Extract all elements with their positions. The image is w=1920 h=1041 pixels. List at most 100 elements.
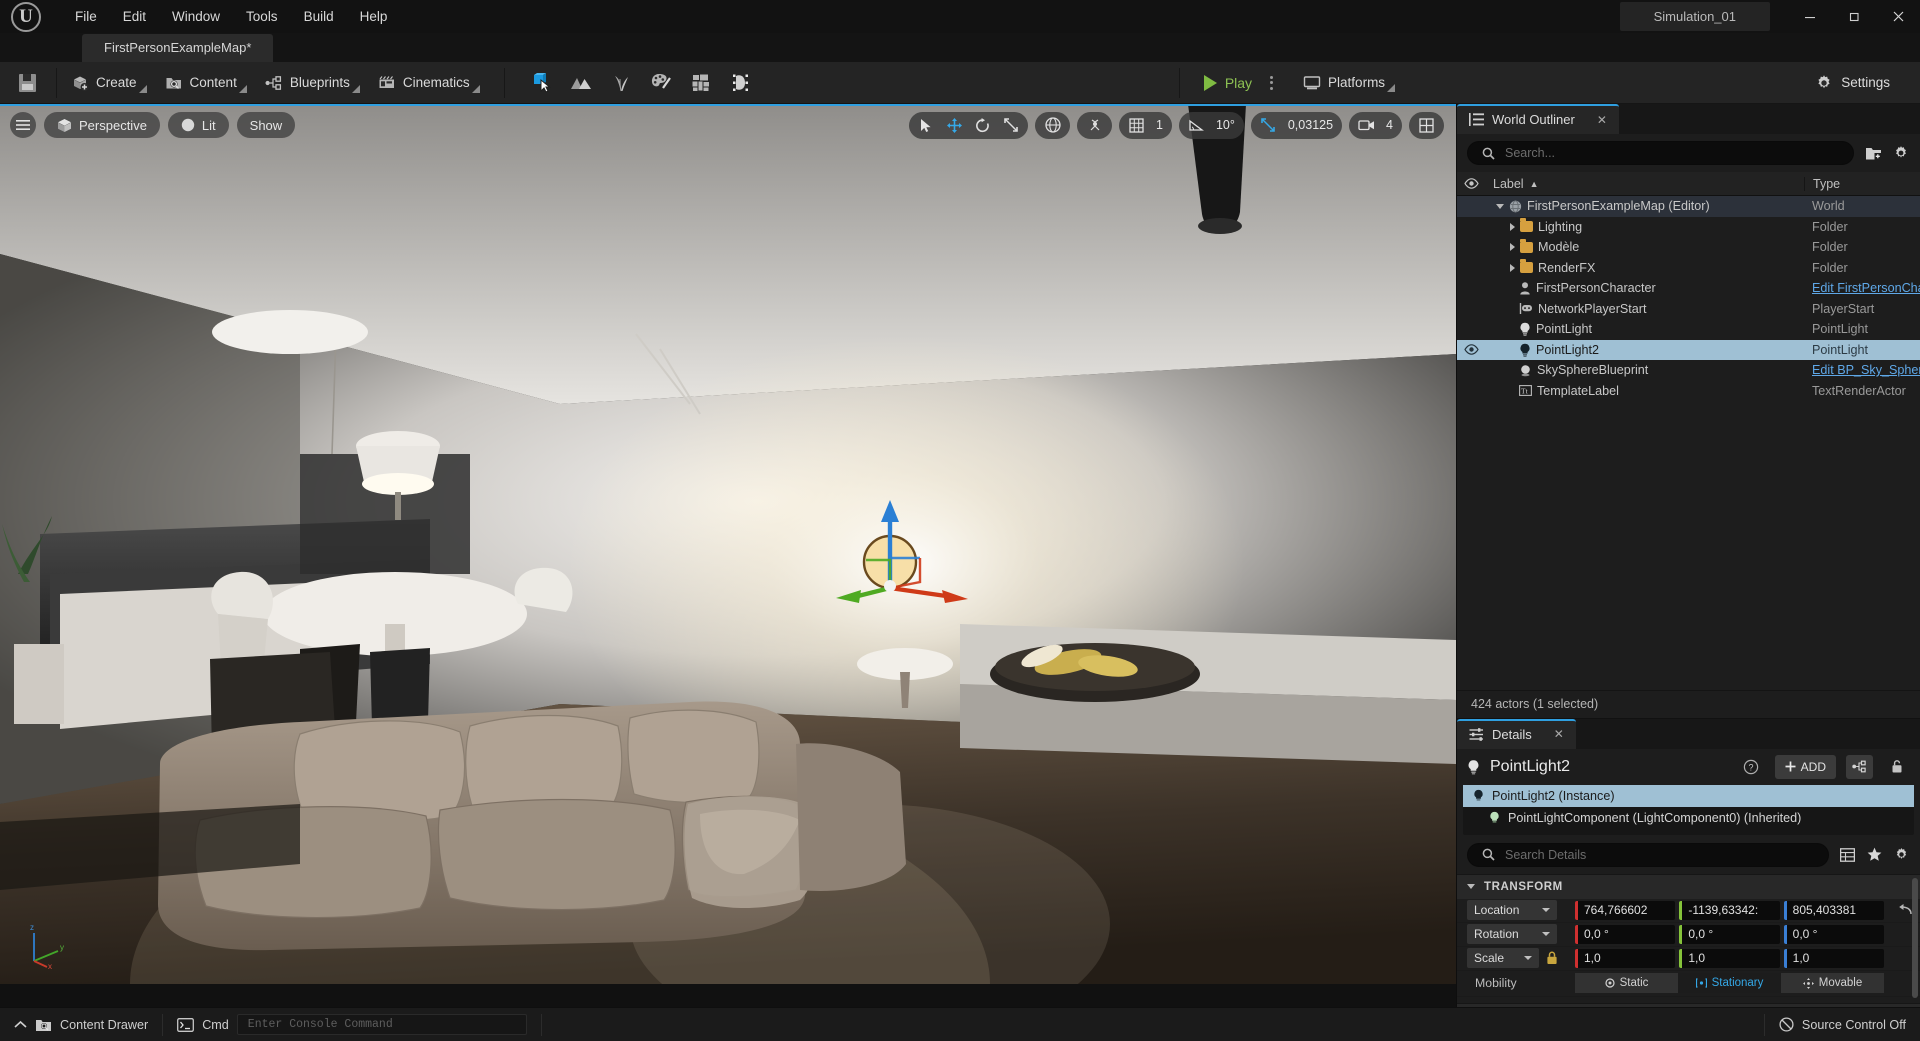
outliner-search-input[interactable]: Search... <box>1467 141 1854 165</box>
rotation-y-input[interactable]: 0,0 ° <box>1679 924 1780 944</box>
mobility-stationary-button[interactable]: Stationary <box>1678 973 1781 993</box>
rotation-mode-dropdown[interactable]: Rotation <box>1467 924 1557 944</box>
scale-z-input[interactable]: 1,0 <box>1783 948 1884 968</box>
close-icon[interactable]: ✕ <box>1554 727 1564 741</box>
component-row-instance[interactable]: PointLight2 (Instance) <box>1463 784 1914 807</box>
table-row[interactable]: Lighting Folder <box>1457 217 1920 238</box>
level-viewport[interactable]: Perspective Lit Show 1 10° 0,03125 4 z y… <box>0 104 1456 1007</box>
create-button[interactable]: Create <box>61 69 151 97</box>
section-light[interactable]: LIGHT <box>1457 1002 1920 1007</box>
brush-edit-mode-icon[interactable] <box>729 71 753 95</box>
details-scrollbar[interactable] <box>1912 877 1918 998</box>
table-row[interactable]: FirstPersonCharacter Edit FirstPersonCha… <box>1457 278 1920 299</box>
rotation-z-input[interactable]: 0,0 ° <box>1783 924 1884 944</box>
foliage-mode-icon[interactable] <box>609 71 633 95</box>
add-component-button[interactable]: ADD <box>1774 754 1836 779</box>
table-row[interactable]: NetworkPlayerStart PlayerStart <box>1457 299 1920 320</box>
mobility-movable-button[interactable]: Movable <box>1781 973 1884 993</box>
location-z-input[interactable]: 805,403381 <box>1783 900 1884 920</box>
add-folder-icon[interactable] <box>1864 144 1882 162</box>
chevron-right-icon[interactable] <box>1510 263 1515 272</box>
menu-help[interactable]: Help <box>347 4 401 29</box>
platforms-button[interactable]: Platforms <box>1293 70 1399 96</box>
unreal-logo[interactable]: U <box>0 0 52 33</box>
row-type[interactable]: Edit BP_Sky_Sphere <box>1804 363 1920 377</box>
section-transform[interactable]: TRANSFORM <box>1457 873 1920 899</box>
coordinate-system-button[interactable] <box>1035 111 1070 139</box>
select-tool-icon[interactable] <box>918 117 935 134</box>
move-tool-icon[interactable] <box>946 117 963 134</box>
blueprints-button[interactable]: Blueprints <box>255 69 364 97</box>
menu-file[interactable]: File <box>62 4 110 29</box>
play-options-button[interactable] <box>1264 68 1279 98</box>
label-column-header[interactable]: Label ▲ <box>1485 177 1804 191</box>
console-command-input[interactable]: Enter Console Command <box>236 1014 527 1035</box>
menu-tools[interactable]: Tools <box>233 4 291 29</box>
save-current-level-button[interactable] <box>0 73 54 92</box>
outliner-empty-area[interactable] <box>1457 401 1920 690</box>
chevron-down-icon[interactable] <box>1496 203 1504 209</box>
location-mode-dropdown[interactable]: Location <box>1467 900 1557 920</box>
viewport-layout-button[interactable] <box>1409 111 1444 139</box>
location-x-input[interactable]: 764,766602 <box>1575 900 1676 920</box>
chevron-right-icon[interactable] <box>1510 243 1515 252</box>
lock-icon[interactable] <box>1546 951 1558 965</box>
favorites-star-icon[interactable] <box>1865 846 1883 864</box>
details-settings-icon[interactable] <box>1892 846 1910 864</box>
close-button[interactable] <box>1876 0 1920 33</box>
mobility-static-button[interactable]: Static <box>1575 973 1678 993</box>
component-row-inherited[interactable]: PointLightComponent (LightComponent0) (I… <box>1463 807 1914 829</box>
location-y-input[interactable]: -1139,63342: <box>1679 900 1780 920</box>
cinematics-button[interactable]: Cinematics <box>368 69 484 97</box>
details-search-input[interactable]: Search Details <box>1467 842 1829 867</box>
table-row[interactable]: PointLight PointLight <box>1457 319 1920 340</box>
viewport-view-mode-button[interactable]: Lit <box>167 112 229 138</box>
row-visibility-toggle[interactable] <box>1457 344 1485 356</box>
settings-button[interactable]: Settings <box>1803 68 1910 98</box>
menu-build[interactable]: Build <box>291 4 347 29</box>
table-row[interactable]: Tt TemplateLabel TextRenderActor <box>1457 381 1920 402</box>
content-drawer-button[interactable]: Content Drawer <box>0 1008 162 1041</box>
table-row[interactable]: RenderFX Folder <box>1457 258 1920 279</box>
surface-snapping-button[interactable] <box>1077 111 1112 139</box>
tab-world-outliner[interactable]: World Outliner ✕ <box>1457 104 1619 134</box>
landscape-mode-icon[interactable] <box>569 71 593 95</box>
camera-speed-group[interactable]: 4 <box>1349 111 1402 139</box>
chevron-right-icon[interactable] <box>1510 222 1515 231</box>
columns-icon[interactable] <box>1838 846 1856 864</box>
help-icon[interactable]: ? <box>1738 755 1765 779</box>
maximize-button[interactable] <box>1832 0 1876 33</box>
scale-snap-group[interactable]: 0,03125 <box>1250 111 1343 139</box>
play-button[interactable]: Play <box>1196 69 1260 97</box>
blueprint-icon[interactable] <box>1846 754 1873 779</box>
rotation-x-input[interactable]: 0,0 ° <box>1575 924 1676 944</box>
level-tab-firstpersonexamplemap[interactable]: FirstPersonExampleMap* <box>82 34 274 62</box>
source-control-button[interactable]: Source Control Off <box>1765 1008 1920 1041</box>
table-row[interactable]: FirstPersonExampleMap (Editor) World <box>1457 196 1920 217</box>
angle-snap-group[interactable]: 10° <box>1178 111 1244 139</box>
fracture-mode-icon[interactable] <box>689 71 713 95</box>
select-mode-icon[interactable] <box>529 71 553 95</box>
close-icon[interactable]: ✕ <box>1597 113 1607 127</box>
menu-edit[interactable]: Edit <box>110 4 159 29</box>
unlock-icon[interactable] <box>1883 755 1910 779</box>
scale-x-input[interactable]: 1,0 <box>1575 948 1676 968</box>
visibility-column-header[interactable] <box>1457 178 1485 189</box>
viewport-camera-mode-button[interactable]: Perspective <box>44 112 160 138</box>
viewport-options-menu-button[interactable] <box>10 112 36 138</box>
scale-y-input[interactable]: 1,0 <box>1679 948 1780 968</box>
minimize-button[interactable] <box>1788 0 1832 33</box>
rotate-tool-icon[interactable] <box>974 117 991 134</box>
row-type[interactable]: Edit FirstPersonChar <box>1804 281 1920 295</box>
scale-tool-icon[interactable] <box>1002 117 1019 134</box>
mesh-paint-mode-icon[interactable] <box>649 71 673 95</box>
table-row[interactable]: SkySphereBlueprint Edit BP_Sky_Sphere <box>1457 360 1920 381</box>
details-property-list[interactable]: TRANSFORM Location 764,766602 -1139,6334… <box>1457 873 1920 1007</box>
content-button[interactable]: Content <box>155 69 251 97</box>
table-row[interactable]: Modèle Folder <box>1457 237 1920 258</box>
viewport-show-menu-button[interactable]: Show <box>236 112 296 138</box>
tab-details[interactable]: Details ✕ <box>1457 718 1576 749</box>
table-row[interactable]: PointLight2 PointLight <box>1457 339 1920 360</box>
transform-gizmo[interactable] <box>828 492 988 612</box>
type-column-header[interactable]: Type <box>1804 176 1920 191</box>
